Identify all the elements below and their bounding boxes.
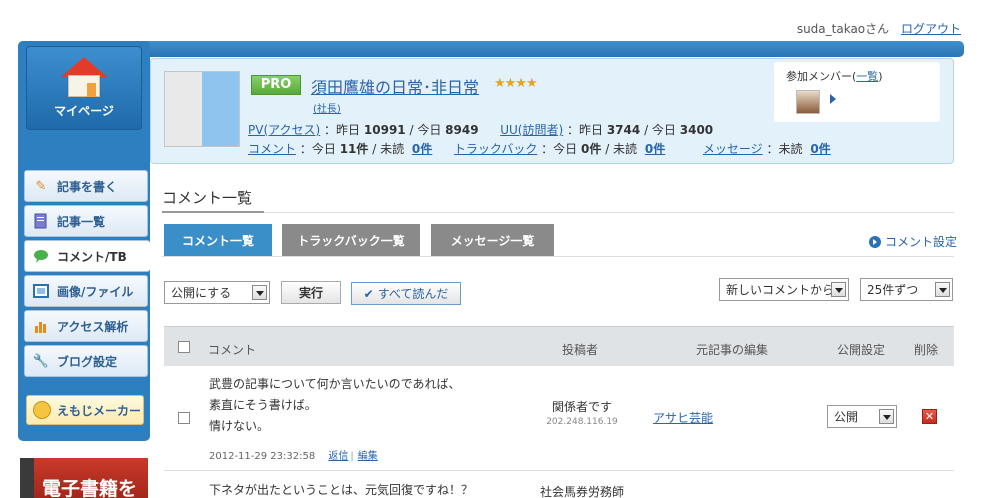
pv-yesterday: 10991 <box>363 123 406 137</box>
member-avatar[interactable] <box>796 90 820 114</box>
sidebar-item-articles[interactable]: 記事一覧 <box>24 205 148 237</box>
ebook-banner[interactable]: 電子書籍を <box>20 458 148 498</box>
access-stats: PV(アクセス) ：昨日 10991 / 今日 8949 UU(訪問者) ：昨日… <box>248 123 714 137</box>
members-box: 参加メンバー(一覧) <box>774 62 940 122</box>
tab-comments[interactable]: コメント一覧 <box>164 224 272 257</box>
uu-link[interactable]: UU(訪問者) <box>500 123 563 137</box>
table-row: 武豊の記事について何か言いたいのであれば、 素直にそう書けば。 情けない。 20… <box>164 366 954 471</box>
pro-badge: PRO <box>251 75 301 95</box>
blog-title-link[interactable]: 須田鷹雄の日常･非日常 <box>311 74 479 98</box>
sidebar-item-label: 画像/ファイル <box>57 284 134 299</box>
chevron-down-icon <box>935 282 950 297</box>
poster-info: 関係者です 202.248.116.19 <box>522 398 642 427</box>
edit-link[interactable]: 編集 <box>358 451 378 462</box>
trackback-today: 0件 <box>581 142 602 156</box>
row-checkbox[interactable] <box>178 412 190 424</box>
members-list-link[interactable]: 一覧 <box>856 70 878 83</box>
house-icon <box>61 57 107 97</box>
select-all-checkbox[interactable] <box>178 341 190 353</box>
trackback-stats-link[interactable]: トラックバック <box>454 142 537 156</box>
execute-button[interactable]: 実行 <box>281 281 341 304</box>
poster-name: 関係者です <box>551 400 612 414</box>
logout-link[interactable]: ログアウト <box>901 22 961 36</box>
pv-link[interactable]: PV(アクセス) <box>248 123 320 137</box>
sidebar-item-label: アクセス解析 <box>57 319 129 334</box>
uu-yesterday: 3744 <box>606 123 641 137</box>
column-article: 元記事の編集 <box>696 343 769 357</box>
blog-thumbnail[interactable] <box>164 71 240 147</box>
poster-info: 社会馬券労務師 <box>522 483 642 498</box>
trackback-unread-link[interactable]: 0件 <box>645 142 665 156</box>
reply-link[interactable]: 返信 <box>328 451 348 462</box>
mark-all-read-button[interactable]: ✔ すべて読んだ <box>351 282 461 305</box>
comment-today: 11件 <box>339 142 369 156</box>
comment-meta: 2012-11-29 23:32:58 返信 | 編集 <box>209 451 378 462</box>
title-underline <box>162 211 264 213</box>
mypage-label: マイページ <box>54 104 114 118</box>
page-title: コメント一覧 <box>162 189 253 207</box>
pencil-icon: ✎ <box>35 178 47 194</box>
delete-icon[interactable]: ✕ <box>922 409 937 424</box>
rank-stars: ★★★★ <box>494 76 538 91</box>
column-comment: コメント <box>208 343 257 357</box>
comment-unread-link[interactable]: 0件 <box>412 142 432 156</box>
ebook-label: 電子書籍を <box>42 478 138 498</box>
article-link[interactable]: アサヒ芸能 <box>653 409 713 426</box>
sidebar-item-label: 記事を書く <box>57 179 118 194</box>
chevron-down-icon <box>831 282 846 297</box>
emoji-maker-label: えもじメーカー <box>57 403 142 418</box>
sort-order-select[interactable]: 新しいコメントから <box>719 278 849 301</box>
header-frame <box>18 41 964 57</box>
emoji-maker-button[interactable]: えもじメーカー <box>26 395 144 425</box>
sidebar-item-images[interactable]: 画像/ファイル <box>24 275 148 307</box>
comment-text: 武豊の記事について何か言いたいのであれば、 素直にそう書けば。 情けない。 <box>209 377 461 433</box>
members-title: 参加メンバー(一覧) <box>786 70 883 83</box>
chevron-down-icon <box>879 409 894 424</box>
arrow-right-icon[interactable] <box>830 94 836 104</box>
pv-today: 8949 <box>445 123 479 137</box>
check-icon: ✔ <box>363 286 374 301</box>
uu-today: 3400 <box>679 123 714 137</box>
bar-chart-icon <box>33 318 49 334</box>
sidebar-item-analytics[interactable]: アクセス解析 <box>24 310 148 342</box>
activity-stats: コメント ：今日 11件 / 未読 0件 トラックバック ：今日 0件 / 未読… <box>248 142 831 156</box>
table-row: 下ネタが出たということは、元気回復ですね！？ 社会馬券労務師 <box>164 472 954 498</box>
comment-stats-link[interactable]: コメント <box>248 142 296 156</box>
tab-trackbacks[interactable]: トラックバック一覧 <box>282 224 420 257</box>
bulk-action-select[interactable]: 公開にする <box>164 281 270 304</box>
comment-date: 2012-11-29 23:32:58 <box>209 451 316 462</box>
sidebar-item-comments[interactable]: コメント/TB <box>24 240 150 272</box>
comment-text: 下ネタが出たということは、元気回復ですね！？ <box>209 483 474 497</box>
tab-messages[interactable]: メッセージ一覧 <box>431 224 554 257</box>
comment-settings-link[interactable]: コメント設定 <box>869 233 957 250</box>
message-unread-link[interactable]: 0件 <box>810 142 830 156</box>
sidebar-item-label: コメント/TB <box>57 249 127 264</box>
mypage-button[interactable]: マイページ <box>26 46 142 130</box>
document-icon <box>33 213 49 229</box>
wrench-icon: 🔧 <box>32 353 50 369</box>
column-publish: 公開設定 <box>837 343 886 357</box>
play-circle-icon <box>869 235 881 248</box>
column-poster: 投稿者 <box>562 343 599 357</box>
message-stats-link[interactable]: メッセージ <box>703 142 763 156</box>
emoji-face-icon <box>33 401 51 419</box>
sidebar-item-write[interactable]: ✎ 記事を書く <box>24 170 148 202</box>
role-link[interactable]: (社長) <box>313 100 341 115</box>
poster-ip: 202.248.116.19 <box>546 417 618 427</box>
column-delete: 削除 <box>914 343 939 357</box>
user-bar: suda_takaoさん ログアウト <box>797 20 961 37</box>
table-header: コメント 投稿者 元記事の編集 公開設定 削除 <box>164 326 954 366</box>
speech-bubble-icon <box>33 248 49 264</box>
sidebar-item-label: ブログ設定 <box>57 354 118 369</box>
chevron-down-icon <box>252 285 267 300</box>
username: suda_takaoさん <box>796 22 890 36</box>
poster-name: 社会馬券労務師 <box>539 485 624 498</box>
per-page-select[interactable]: 25件ずつ <box>860 278 953 301</box>
image-icon <box>33 283 49 299</box>
sidebar-item-label: 記事一覧 <box>57 214 106 229</box>
tabs-divider <box>162 256 954 257</box>
divider <box>162 212 954 213</box>
publish-select[interactable]: 公開 <box>827 405 897 428</box>
sidebar-item-settings[interactable]: 🔧 ブログ設定 <box>24 345 148 377</box>
